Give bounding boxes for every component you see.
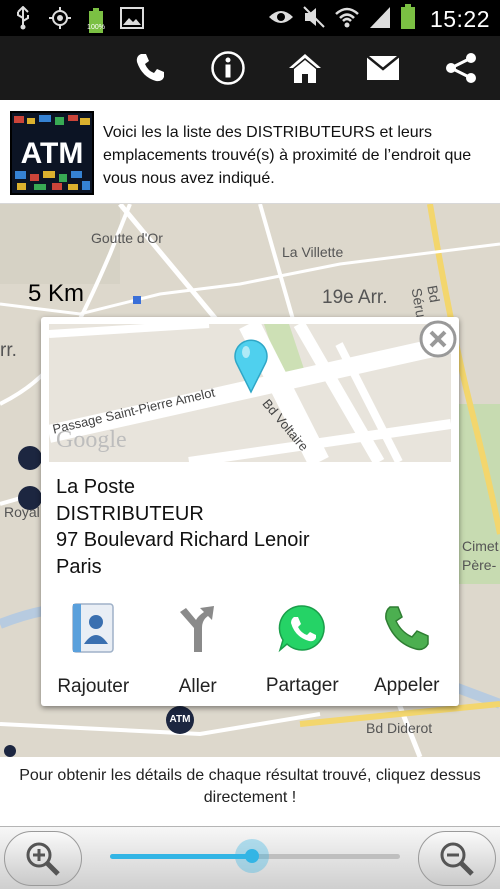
map-scale-label: 5 Km: [28, 280, 85, 307]
map-label-pere: Père-: [462, 557, 497, 573]
home-icon[interactable]: [287, 50, 323, 86]
atm-detail-popup: Passage Saint-Pierre Amelot Bd Voltaire …: [41, 317, 459, 706]
mail-icon[interactable]: [365, 50, 401, 86]
map-label-la-villette: La Villette: [282, 244, 344, 260]
share-whatsapp-button[interactable]: Partager: [250, 597, 355, 697]
mute-icon: [302, 5, 326, 34]
atm-logo: ATM: [10, 111, 94, 195]
action-bar: [0, 36, 500, 100]
zoom-bar: [0, 826, 500, 889]
atm-address: 97 Boulevard Richard Lenoir: [56, 529, 310, 551]
battery-percent: 100%: [87, 23, 105, 31]
map-label-royal: Royal: [4, 504, 40, 520]
wifi-icon: [334, 6, 360, 33]
gps-icon: [48, 6, 72, 35]
call-button[interactable]: Appeler: [355, 597, 460, 697]
footer-hint: Pour obtenir les détails de chaque résul…: [19, 767, 481, 806]
map-label-bd-diderot: Bd Diderot: [366, 720, 433, 736]
map-label-goutte-dor: Goutte d'Or: [91, 230, 163, 246]
zoom-out-icon: [440, 842, 474, 876]
map-label-19e-arr: 19e Arr.: [322, 287, 388, 308]
zoom-slider-fill: [110, 854, 253, 859]
whatsapp-icon: [276, 602, 328, 653]
location-pin-icon: [233, 338, 269, 399]
atm-city: Paris: [56, 555, 102, 578]
phone-icon[interactable]: [132, 50, 168, 86]
map-label-cimet: Cimet: [462, 538, 499, 554]
add-contact-button[interactable]: Rajouter: [41, 597, 146, 697]
eye-icon: [268, 8, 294, 31]
share-icon[interactable]: [443, 50, 479, 86]
google-logo: Google: [56, 427, 127, 453]
atm-logo-text: ATM: [20, 137, 84, 170]
directions-button[interactable]: Aller: [146, 597, 251, 697]
popup-actions: Rajouter Aller Partager Appeler: [41, 597, 459, 697]
close-popup-button[interactable]: [419, 320, 457, 358]
results-header: ATM Voici les la liste des DISTRIBUTEURS…: [0, 100, 500, 204]
zoom-slider-thumb[interactable]: [235, 839, 270, 873]
zoom-slider[interactable]: [110, 839, 400, 873]
battery-icon: 100%: [87, 7, 105, 34]
atm-details: La Poste DISTRIBUTEUR 97 Boulevard Richa…: [56, 474, 310, 580]
directions-icon: [172, 602, 224, 654]
usb-icon: [14, 5, 32, 35]
signal-icon: [368, 5, 392, 34]
zoom-out-button[interactable]: [418, 831, 496, 886]
info-icon[interactable]: [210, 50, 246, 86]
add-contact-label: Rajouter: [57, 676, 130, 697]
atm-type: DISTRIBUTEUR: [56, 502, 204, 525]
call-label: Appeler: [374, 675, 440, 696]
atm-name: La Poste: [56, 476, 135, 498]
contact-add-icon: [67, 602, 119, 654]
clock: 15:22: [429, 6, 490, 32]
phone-call-icon: [381, 602, 433, 653]
status-bar: 100% 15:22: [0, 0, 500, 36]
zoom-in-button[interactable]: [4, 831, 82, 886]
directions-label: Aller: [178, 676, 217, 697]
header-description: Voici les la liste des DISTRIBUTEURS et …: [103, 124, 472, 187]
atm-marker-icon[interactable]: ATM: [168, 714, 192, 725]
battery-level-icon: [400, 4, 416, 35]
image-icon: [120, 7, 144, 34]
zoom-in-icon: [26, 842, 60, 876]
map-label-arr: rr.: [0, 340, 17, 361]
popup-mini-map[interactable]: Passage Saint-Pierre Amelot Bd Voltaire …: [49, 324, 451, 462]
share-label: Partager: [265, 675, 339, 696]
